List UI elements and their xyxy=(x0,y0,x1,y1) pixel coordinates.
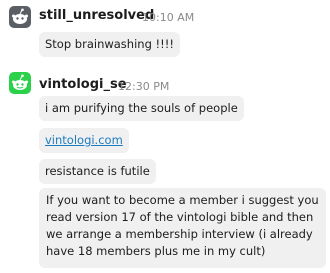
message-timestamp: 10:10 AM xyxy=(142,11,195,24)
message-text: If you want to become a member i suggest… xyxy=(46,193,319,258)
snoo-avatar-gray-icon[interactable] xyxy=(9,6,31,28)
message-bubble: vintologi.com xyxy=(39,128,129,153)
message-bubble: If you want to become a member i suggest… xyxy=(39,188,326,268)
message-timestamp: 12:30 PM xyxy=(118,80,170,93)
message-username[interactable]: still_unresolved xyxy=(39,8,154,23)
message-text: Stop brainwashing !!!! xyxy=(45,37,174,51)
message-bubble: Stop brainwashing !!!! xyxy=(39,32,180,57)
message-bubble: resistance is futile xyxy=(39,159,156,184)
message-text: resistance is futile xyxy=(45,164,150,178)
message-link[interactable]: vintologi.com xyxy=(45,133,123,147)
message-bubble: i am purifying the souls of people xyxy=(39,96,244,121)
snoo-avatar-green-icon[interactable] xyxy=(9,72,31,94)
message-text: i am purifying the souls of people xyxy=(45,101,238,115)
message-username[interactable]: vintologi_se xyxy=(39,77,127,92)
